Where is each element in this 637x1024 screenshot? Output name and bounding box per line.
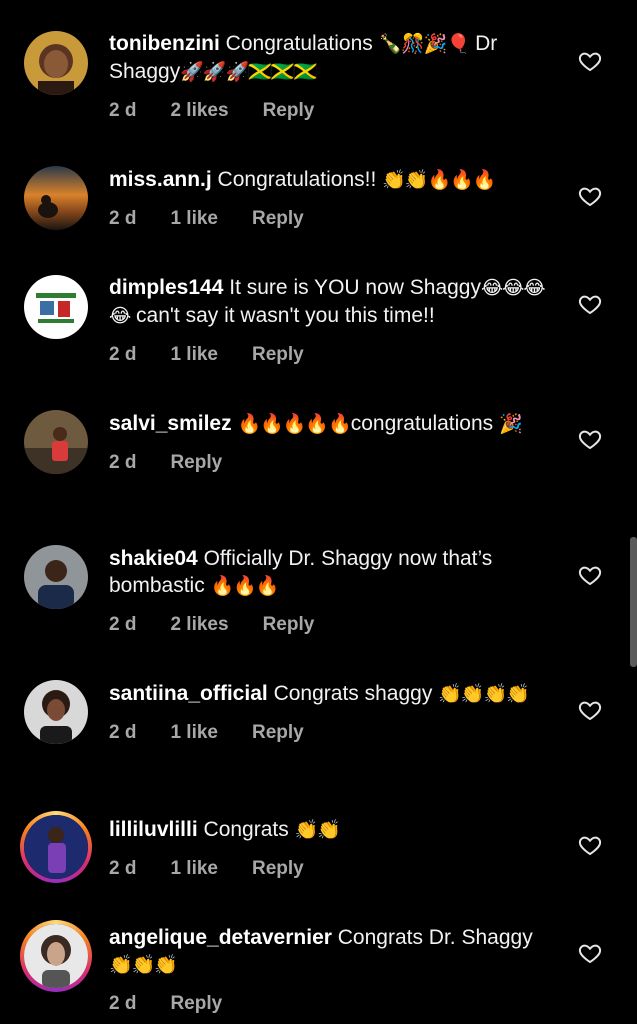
avatar[interactable] — [24, 31, 88, 95]
comment-meta: 2 d 1 like Reply — [109, 344, 559, 366]
comment-text: tonibenzini Congratulations 🍾🎊🎉🎈 Dr Shag… — [109, 30, 559, 86]
avatar[interactable] — [24, 545, 88, 609]
reply-button[interactable]: Reply — [263, 100, 315, 122]
comment-time: 2 d — [109, 722, 137, 743]
comment-text: lilliluvlilli Congrats 👏👏 — [109, 816, 559, 844]
heart-outline-icon[interactable] — [578, 427, 602, 451]
avatar[interactable] — [24, 410, 88, 474]
heart-outline-icon[interactable] — [578, 941, 602, 965]
comment-likes[interactable]: 2 likes — [170, 100, 228, 122]
avatar-image — [24, 815, 88, 879]
comment-time: 2 d — [109, 993, 137, 1014]
comment-time: 2 d — [109, 100, 137, 121]
heart-outline-icon[interactable] — [578, 184, 602, 208]
comment-emoji: 🔥🔥🔥 — [210, 575, 280, 597]
comment-username[interactable]: salvi_smilez — [109, 412, 232, 435]
comment-time: 2 d — [109, 614, 137, 635]
avatar[interactable] — [24, 275, 88, 339]
reply-button[interactable]: Reply — [170, 993, 222, 1015]
comment-emoji-2: 🎉 — [499, 413, 523, 435]
comment-time: 2 d — [109, 208, 137, 229]
comment-username[interactable]: lilliluvlilli — [109, 818, 198, 841]
comment-likes[interactable]: 1 like — [170, 344, 218, 366]
heart-outline-icon[interactable] — [578, 698, 602, 722]
comment-likes[interactable]: 1 like — [170, 208, 218, 230]
scrollbar[interactable] — [630, 537, 637, 667]
comment-meta: 2 d Reply — [109, 452, 559, 474]
comment-meta: 2 d 2 likes Reply — [109, 100, 559, 122]
comment-body: Congratulations!! — [217, 168, 377, 191]
reply-button[interactable]: Reply — [252, 208, 304, 230]
comment-meta: 2 d 2 likes Reply — [109, 614, 559, 636]
avatar[interactable] — [20, 920, 92, 992]
comment-text: shakie04 Officially Dr. Shaggy now that’… — [109, 545, 559, 600]
comment-body: Congratulations — [225, 32, 373, 55]
reply-button[interactable]: Reply — [170, 452, 222, 474]
comment-time: 2 d — [109, 858, 137, 879]
comment-text: angelique_detavernier Congrats Dr. Shagg… — [109, 924, 559, 979]
comment-meta: 2 d 1 like Reply — [109, 858, 559, 880]
comment-meta: 2 d Reply — [109, 993, 559, 1015]
comment-body-cont: can't say it wasn't you this time!! — [136, 304, 435, 327]
comment-emoji: 🍾🎊🎉🎈 — [378, 33, 471, 55]
comment-username[interactable]: santiina_official — [109, 682, 268, 705]
comment-time: 2 d — [109, 452, 137, 473]
comment-emoji: 👏👏👏 — [109, 954, 178, 976]
heart-outline-icon[interactable] — [578, 49, 602, 73]
comment-time: 2 d — [109, 344, 137, 365]
reply-button[interactable]: Reply — [252, 344, 304, 366]
avatar[interactable] — [20, 811, 92, 883]
avatar[interactable] — [24, 166, 88, 230]
comment-likes[interactable]: 2 likes — [170, 614, 228, 636]
comment-username[interactable]: angelique_detavernier — [109, 926, 332, 949]
comment-meta: 2 d 1 like Reply — [109, 722, 559, 744]
heart-outline-icon[interactable] — [578, 292, 602, 316]
reply-button[interactable]: Reply — [263, 614, 315, 636]
comment-emoji: 👏👏 — [294, 819, 341, 841]
reply-button[interactable]: Reply — [252, 722, 304, 744]
comment-emoji: 👏👏👏👏 — [438, 683, 530, 705]
comment-text: miss.ann.j Congratulations!! 👏👏🔥🔥🔥 — [109, 166, 559, 194]
comment-username[interactable]: dimples144 — [109, 276, 223, 299]
comment-username[interactable]: shakie04 — [109, 547, 198, 570]
comment-meta: 2 d 1 like Reply — [109, 208, 559, 230]
comment-text: salvi_smilez 🔥🔥🔥🔥🔥congratulations 🎉 — [109, 410, 559, 438]
comment-body: Congrats Dr. Shaggy — [337, 926, 533, 949]
comment-emoji-2: 🚀🚀🚀🇯🇲🇯🇲🇯🇲 — [180, 61, 317, 83]
comment-emoji: 👏👏🔥🔥🔥 — [382, 169, 496, 191]
avatar[interactable] — [24, 680, 88, 744]
comment-body: Congrats shaggy — [273, 682, 433, 705]
heart-outline-icon[interactable] — [578, 833, 602, 857]
heart-outline-icon[interactable] — [578, 563, 602, 587]
avatar-image — [24, 924, 88, 988]
comment-likes[interactable]: 1 like — [170, 858, 218, 880]
comment-username[interactable]: miss.ann.j — [109, 168, 212, 191]
comment-body: Congrats — [203, 818, 289, 841]
comment-username[interactable]: tonibenzini — [109, 32, 220, 55]
comment-emoji: 🔥🔥🔥🔥🔥 — [237, 413, 351, 435]
comment-text: dimples144 It sure is YOU now Shaggy😂😂😂😂… — [109, 274, 559, 330]
comment-body: congratulations — [350, 412, 494, 435]
comment-body: It sure is YOU now Shaggy — [229, 276, 481, 299]
comment-text: santiina_official Congrats shaggy 👏👏👏👏 — [109, 680, 559, 708]
comment-likes[interactable]: 1 like — [170, 722, 218, 744]
reply-button[interactable]: Reply — [252, 858, 304, 880]
